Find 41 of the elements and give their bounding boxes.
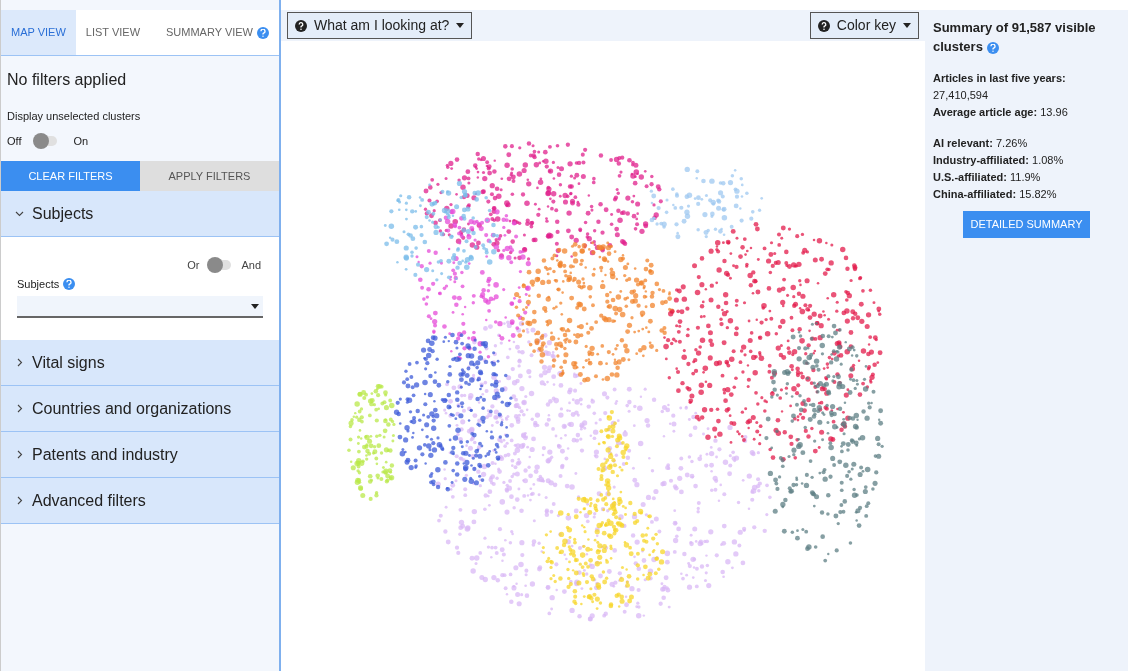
chevron-icon (15, 496, 24, 505)
accordion-header[interactable]: Countries and organizations (1, 386, 279, 432)
view-tab[interactable]: MAP VIEW (1, 10, 76, 55)
summary-stat: Articles in last five years: 27,410,594 (933, 71, 1067, 103)
summary-stat: Average article age: 13.96 (933, 105, 1069, 120)
summary-title: Summary of 91,587 visible clusters (933, 19, 1097, 56)
toggle-switch[interactable] (209, 260, 232, 271)
filter-status: No filters applied (6, 70, 128, 90)
view-tab[interactable]: LIST VIEW (75, 10, 150, 55)
accordion-header[interactable]: Subjects (1, 191, 279, 237)
accordion-header[interactable]: Advanced filters (1, 478, 279, 524)
and-label: And (241, 258, 261, 273)
summary-stat: China-affiliated: 15.82% (933, 187, 1058, 202)
help-icon (295, 19, 307, 32)
chevron-icon (15, 209, 24, 218)
chevron-icon (15, 358, 24, 367)
help-icon (817, 19, 830, 32)
summary-stat: U.S.-affiliated: 11.9% (933, 170, 1042, 185)
summary-stat: Industry-affiliated: 1.08% (933, 153, 1065, 168)
toggle-switch[interactable] (35, 135, 58, 146)
caret-icon (251, 303, 259, 309)
help-icon[interactable] (63, 277, 76, 290)
off-label: Off (7, 133, 22, 149)
view-tab[interactable]: SUMMARY VIEW (156, 10, 279, 55)
help-icon[interactable] (257, 26, 269, 39)
chevron-icon (15, 404, 24, 413)
field-label: Subjects (17, 276, 60, 292)
what-am-i-looking-at-button[interactable]: What am I looking at? (287, 12, 473, 39)
accordion-header[interactable]: Patents and industry (1, 432, 279, 478)
apply-filters-button[interactable]: APPLY FILTERS (140, 161, 279, 191)
or-label: Or (187, 258, 200, 273)
toggle-label: Display unselected clusters (6, 109, 142, 124)
on-label: On (73, 133, 89, 149)
caret-icon (456, 23, 465, 28)
help-icon[interactable] (986, 41, 999, 54)
summary-stat: AI relevant: 7.26% (933, 136, 1029, 151)
color-key-button[interactable]: Color key (809, 12, 919, 39)
caret-icon (903, 23, 911, 28)
accordion-header[interactable]: Vital signs (1, 340, 279, 386)
subjects-dropdown[interactable] (17, 296, 263, 318)
chevron-icon (15, 450, 24, 459)
